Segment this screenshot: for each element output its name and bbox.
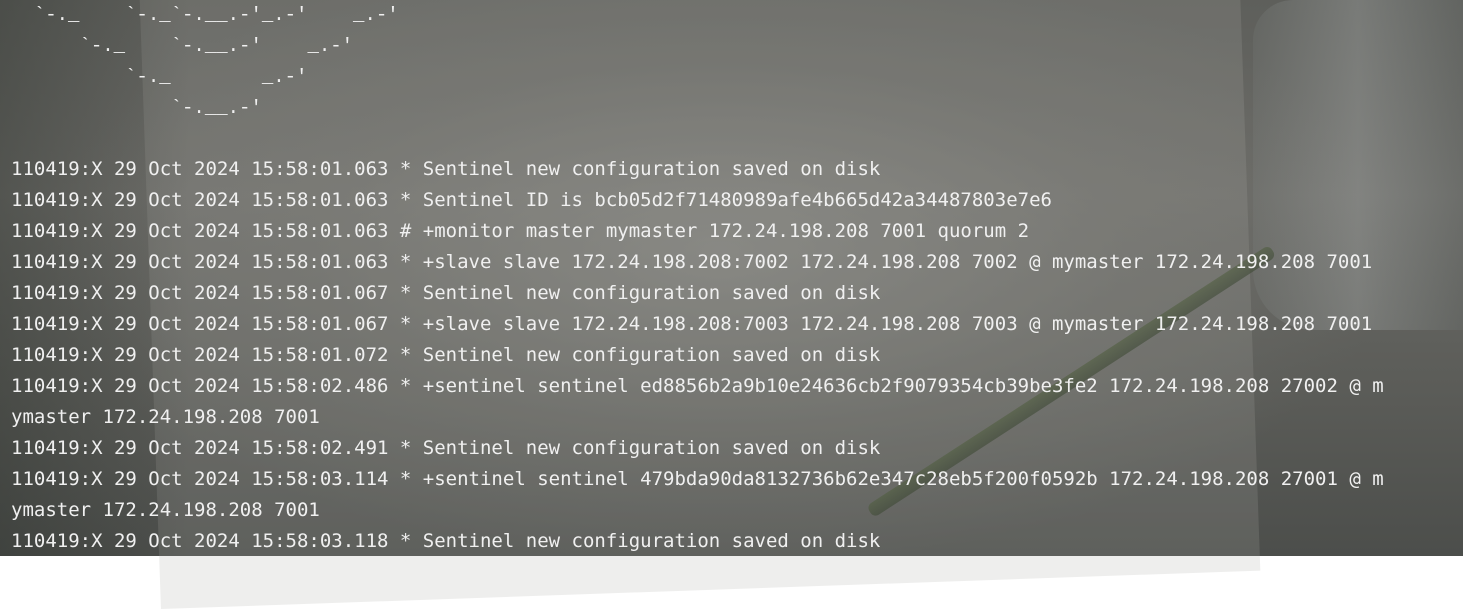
redis-ascii-logo: `-._ `-._`-.__.-'_.-' _.-' `-._ `-.__.-'… — [11, 0, 399, 124]
terminal-output[interactable]: `-._ `-._`-.__.-'_.-' _.-' `-._ `-.__.-'… — [0, 0, 1463, 556]
log-line: 110419:X 29 Oct 2024 15:58:01.067 * +sla… — [11, 313, 1373, 335]
log-line: 110419:X 29 Oct 2024 15:58:01.063 # +mon… — [11, 220, 1030, 242]
log-line: 110419:X 29 Oct 2024 15:58:01.067 * Sent… — [11, 282, 881, 304]
sentinel-log: 110419:X 29 Oct 2024 15:58:01.063 * Sent… — [11, 154, 1461, 557]
log-line: ymaster 172.24.198.208 7001 — [11, 406, 320, 428]
ascii-art-line: `-.__.-' — [11, 97, 262, 119]
ascii-art-line: `-._ _.-' — [11, 66, 308, 88]
log-line: 110419:X 29 Oct 2024 15:58:03.118 * Sent… — [11, 530, 881, 552]
ascii-art-line: `-._ `-.__.-' _.-' — [11, 35, 354, 57]
log-line: 110419:X 29 Oct 2024 15:58:03.114 * +sen… — [11, 468, 1384, 490]
log-line: 110419:X 29 Oct 2024 15:58:01.063 * Sent… — [11, 189, 1052, 211]
log-line: 110419:X 29 Oct 2024 15:58:01.063 * Sent… — [11, 158, 881, 180]
log-line: 110419:X 29 Oct 2024 15:58:01.072 * Sent… — [11, 344, 881, 366]
log-line: 110419:X 29 Oct 2024 15:58:02.491 * Sent… — [11, 437, 881, 459]
log-line: 110419:X 29 Oct 2024 15:58:01.063 * +sla… — [11, 251, 1373, 273]
log-line: 110419:X 29 Oct 2024 15:58:02.486 * +sen… — [11, 375, 1384, 397]
ascii-art-line: `-._ `-._`-.__.-'_.-' _.-' — [11, 4, 399, 26]
log-line: ymaster 172.24.198.208 7001 — [11, 499, 320, 521]
